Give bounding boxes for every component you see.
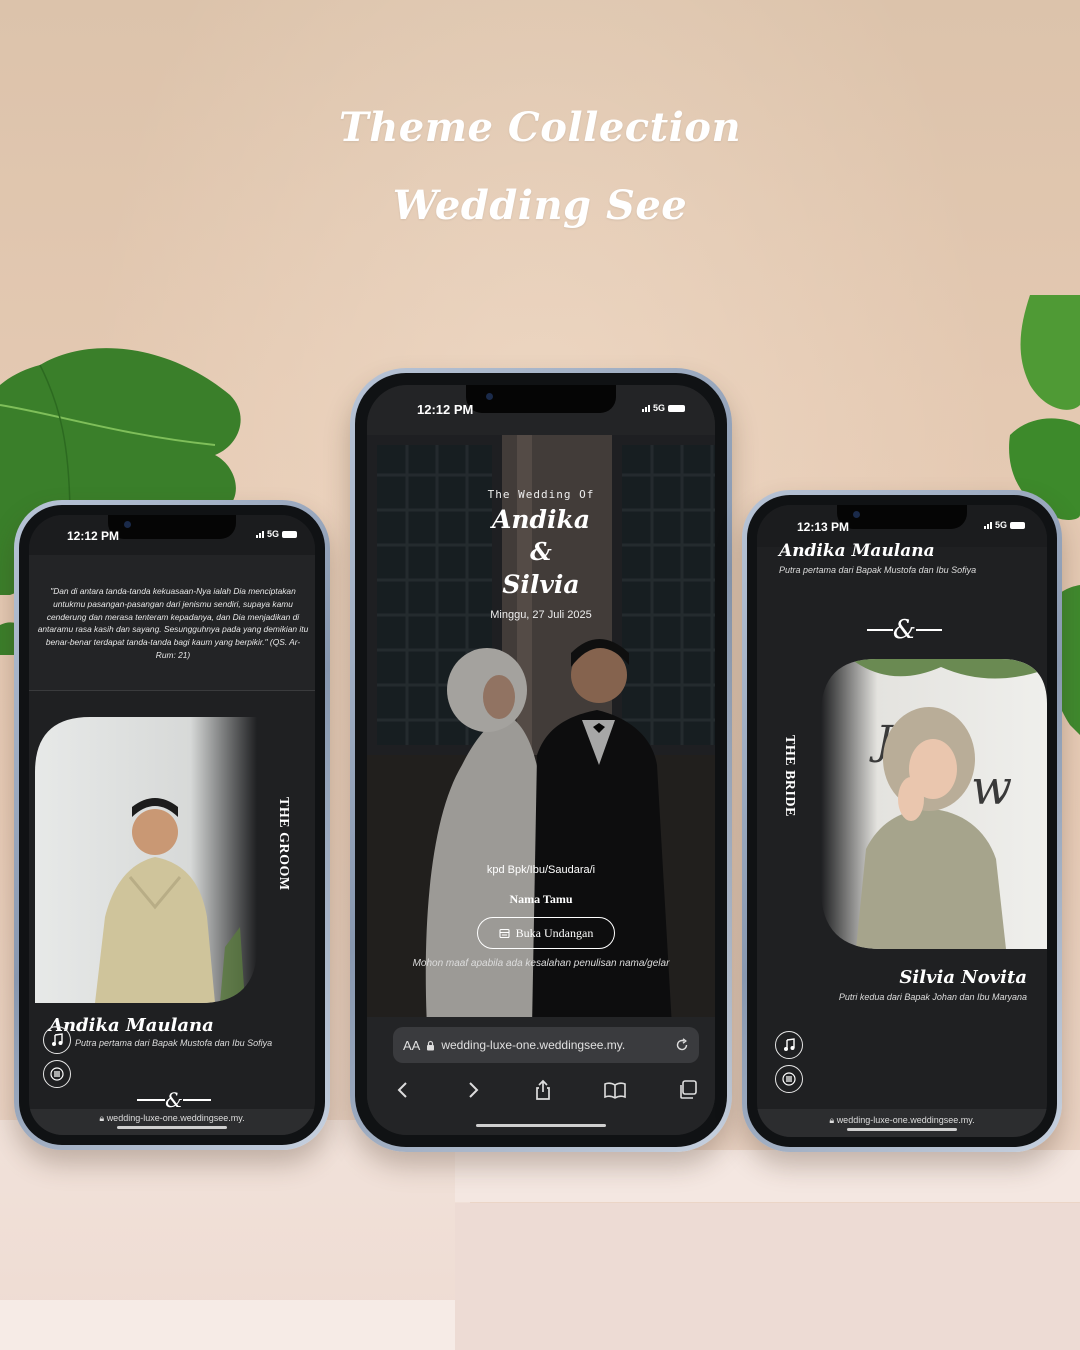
- cover-name-groom: Andika: [491, 505, 591, 534]
- pedestal-left-front: [0, 1300, 470, 1350]
- pedestal-right-front: [455, 1203, 1080, 1350]
- menu-button[interactable]: [43, 1060, 71, 1088]
- network-label: 5G: [994, 520, 1007, 530]
- notch: [837, 505, 967, 529]
- screen-cover: 12:12 PM 5G The Wedding Of Andika & Silv…: [367, 385, 715, 1135]
- menu-icon: [50, 1067, 64, 1081]
- status-signal: 5G: [641, 403, 685, 413]
- url-text: wedding-luxe-one.weddingsee.my.: [836, 1115, 975, 1125]
- groom-parents: Putra pertama dari Bapak Mustofa dan Ibu…: [75, 1038, 273, 1048]
- battery-icon: [668, 404, 685, 412]
- bride-photo: w J: [821, 659, 1047, 949]
- menu-icon: [782, 1072, 796, 1086]
- status-bar: 12:12 PM 5G: [367, 385, 715, 435]
- signal-icon: [255, 530, 264, 538]
- lock-icon: [427, 1040, 435, 1050]
- bride-side-label: THE BRIDE: [782, 735, 797, 817]
- phone-cover: 12:12 PM 5G The Wedding Of Andika & Silv…: [350, 368, 732, 1152]
- url-text: wedding-luxe-one.weddingsee.my.: [106, 1113, 245, 1123]
- groom-name: Andika Maulana: [49, 1015, 214, 1036]
- groom-side-label: THE GROOM: [276, 797, 291, 891]
- network-label: 5G: [266, 529, 279, 539]
- reload-icon[interactable]: [675, 1038, 689, 1052]
- status-signal: 5G: [983, 520, 1025, 530]
- home-indicator: [847, 1128, 957, 1131]
- forward-icon[interactable]: [463, 1080, 483, 1100]
- lock-icon: 🔒︎: [829, 1115, 835, 1125]
- signal-icon: [641, 404, 650, 412]
- music-button[interactable]: [775, 1031, 803, 1059]
- notch: [108, 515, 236, 539]
- music-button[interactable]: [43, 1026, 71, 1054]
- screen-bride: 12:13 PM 5G Andika Maulana Putra pertama…: [757, 505, 1047, 1137]
- groom-name: Andika Maulana: [779, 541, 935, 561]
- cover-name-bride: Silvia: [502, 570, 580, 599]
- guest-name: Nama Tamu: [509, 892, 573, 906]
- quote-text: "Dan di antara tanda-tanda kekuasaan-Nya…: [37, 586, 309, 660]
- menu-button[interactable]: [775, 1065, 803, 1093]
- bride-photo-art: w J: [821, 659, 1047, 949]
- battery-icon: [282, 530, 297, 538]
- heading-line-1: Theme Collection: [338, 104, 742, 151]
- groom-photo: [35, 717, 257, 1003]
- ampersand-glyph: &: [892, 615, 917, 645]
- status-signal: 5G: [255, 529, 297, 539]
- open-invitation-button[interactable]: Buka Undangan: [477, 917, 615, 949]
- url-bar[interactable]: 🔒︎ wedding-luxe-one.weddingsee.my.: [29, 1109, 315, 1135]
- address-text: wedding-luxe-one.weddingsee.my.: [441, 1038, 626, 1052]
- svg-text:w: w: [971, 760, 1012, 816]
- share-icon[interactable]: [533, 1079, 553, 1101]
- reader-aa-button[interactable]: AA: [403, 1038, 420, 1053]
- quote-block: "Dan di antara tanda-tanda kekuasaan-Nya…: [29, 555, 315, 691]
- screen-groom: 12:12 PM 5G "Dan di antara tanda-tanda k…: [29, 515, 315, 1135]
- music-icon: [52, 1033, 63, 1046]
- heading-line-2: Wedding See: [392, 182, 688, 229]
- battery-icon: [1010, 521, 1025, 529]
- status-time: 12:13 PM: [797, 520, 850, 534]
- notch: [466, 385, 616, 413]
- cover-date: Minggu, 27 Juli 2025: [490, 609, 592, 621]
- url-bar[interactable]: 🔒︎ wedding-luxe-one.weddingsee.my.: [757, 1109, 1047, 1137]
- phone-bride: 12:13 PM 5G Andika Maulana Putra pertama…: [742, 490, 1062, 1152]
- back-icon[interactable]: [393, 1080, 413, 1100]
- address-bar[interactable]: AA wedding-luxe-one.weddingsee.my.: [393, 1027, 699, 1063]
- browser-toolbar: AA wedding-luxe-one.weddingsee.my.: [367, 1017, 715, 1135]
- pedestal-right-top: [455, 1150, 1080, 1202]
- ampersand-divider: &: [129, 1088, 219, 1112]
- music-icon: [784, 1038, 795, 1051]
- cover-kicker: The Wedding Of: [487, 488, 595, 501]
- groom-parents: Putra pertama dari Bapak Mustofa dan Ibu…: [779, 565, 977, 575]
- apology-note: Mohon maaf apabila ada kesalahan penulis…: [412, 958, 670, 969]
- network-label: 5G: [652, 403, 665, 413]
- signal-icon: [983, 521, 992, 529]
- recipient-label: kpd Bpk/Ibu/Saudara/i: [486, 864, 596, 876]
- ampersand-divider: &: [857, 615, 952, 645]
- tabs-icon[interactable]: [677, 1079, 699, 1101]
- browser-nav: [393, 1079, 699, 1101]
- status-bar: 12:12 PM 5G: [29, 515, 315, 555]
- bride-name: Silvia Novita: [899, 967, 1027, 988]
- groom-photo-art: [35, 717, 257, 1003]
- envelope-icon: [499, 928, 510, 938]
- cover-ampersand: &: [530, 537, 552, 566]
- open-invitation-label: Buka Undangan: [515, 925, 594, 940]
- status-time: 12:12 PM: [67, 529, 120, 543]
- phone-groom: 12:12 PM 5G "Dan di antara tanda-tanda k…: [14, 500, 330, 1150]
- home-indicator: [476, 1124, 606, 1127]
- status-time: 12:12 PM: [417, 402, 474, 417]
- book-icon[interactable]: [603, 1080, 627, 1100]
- bride-parents: Putri kedua dari Bapak Johan dan Ibu Mar…: [838, 992, 1027, 1002]
- lock-icon: 🔒︎: [99, 1113, 105, 1123]
- home-indicator: [117, 1126, 227, 1129]
